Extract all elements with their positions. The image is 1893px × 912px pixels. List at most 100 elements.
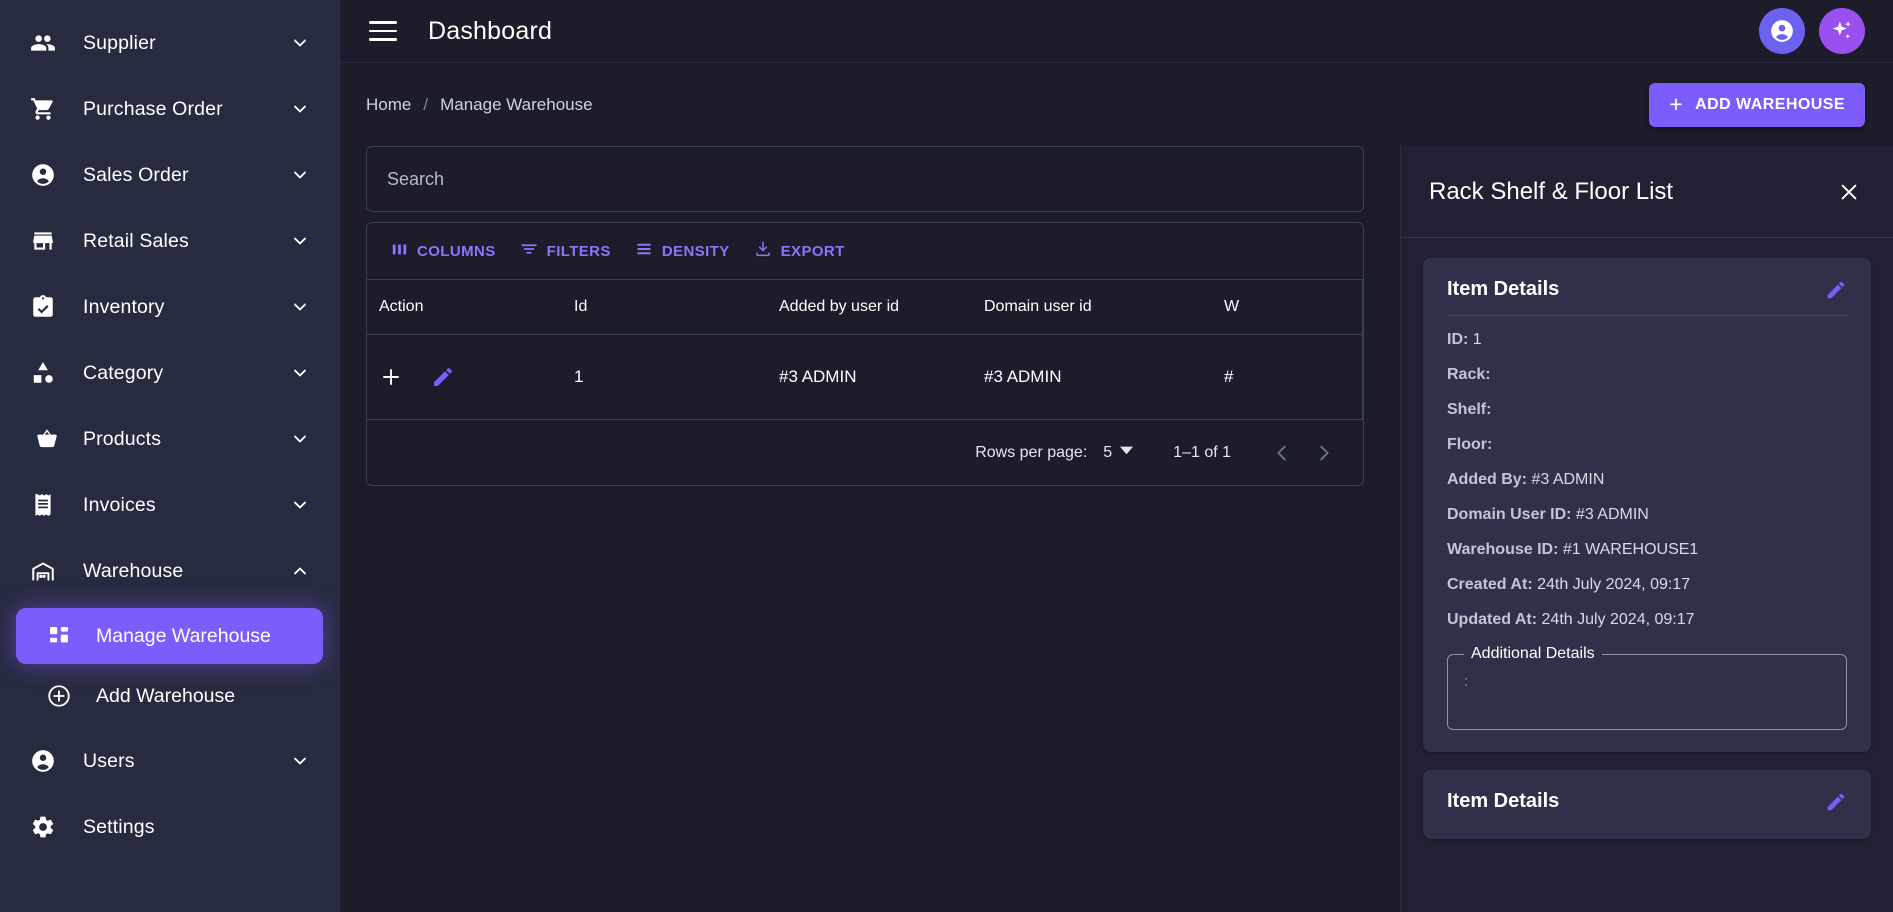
filters-button[interactable]: FILTERS bbox=[508, 234, 623, 268]
column-divider bbox=[1362, 280, 1363, 334]
next-page-button[interactable] bbox=[1303, 432, 1345, 474]
detail-key: Warehouse ID: bbox=[1447, 541, 1559, 558]
rows-per-page-value: 5 bbox=[1103, 443, 1113, 461]
detail-row-shelf: Shelf: bbox=[1447, 400, 1847, 420]
receipt-icon bbox=[30, 492, 64, 518]
warehouse-submenu: Manage Warehouse Add Warehouse bbox=[0, 608, 339, 724]
sidebar-subitem-label: Manage Warehouse bbox=[96, 624, 271, 647]
sidebar-item-manage-warehouse[interactable]: Manage Warehouse bbox=[16, 608, 323, 664]
edit-item-button[interactable] bbox=[1825, 279, 1847, 301]
plus-icon: + bbox=[1669, 91, 1684, 117]
breadcrumb-home[interactable]: Home bbox=[366, 95, 411, 115]
detail-key: Shelf: bbox=[1447, 401, 1492, 418]
add-warehouse-label: ADD WAREHOUSE bbox=[1695, 95, 1845, 113]
account-circle-icon[interactable] bbox=[1759, 8, 1805, 54]
rack-shelf-floor-drawer: Rack Shelf & Floor List Item Details ID:… bbox=[1400, 146, 1893, 912]
rows-per-page-label: Rows per page: bbox=[975, 443, 1088, 461]
page-title: Dashboard bbox=[428, 16, 553, 45]
row-cell-added-by-user-id: #3 ADMIN bbox=[779, 367, 857, 386]
chevron-down-icon[interactable] bbox=[289, 363, 311, 383]
data-grid-toolbar: COLUMNS FILTERS DENSITY EXPORT bbox=[367, 223, 1363, 279]
column-header-added-by-user-id[interactable]: Added by user id bbox=[779, 298, 984, 316]
sidebar-item-warehouse[interactable]: Warehouse bbox=[0, 538, 339, 604]
add-row-item-button[interactable] bbox=[379, 365, 403, 389]
chevron-up-icon[interactable] bbox=[289, 561, 311, 581]
column-header-id[interactable]: Id bbox=[574, 298, 779, 316]
chevron-down-icon[interactable] bbox=[289, 99, 311, 119]
sidebar-item-add-warehouse[interactable]: Add Warehouse bbox=[16, 668, 323, 724]
export-label: EXPORT bbox=[780, 242, 845, 260]
chevron-down-icon[interactable] bbox=[289, 165, 311, 185]
detail-row-updated-at: Updated At: 24th July 2024, 09:17 bbox=[1447, 610, 1847, 630]
item-details-card: Item Details ID: 1 Rack: Shelf: Floor: A… bbox=[1423, 258, 1871, 752]
chevron-down-icon[interactable] bbox=[289, 231, 311, 251]
sidebar-item-invoices[interactable]: Invoices bbox=[0, 472, 339, 538]
detail-value: 1 bbox=[1472, 331, 1482, 348]
sidebar-item-sales-order[interactable]: Sales Order bbox=[0, 142, 339, 208]
item-details-header: Item Details bbox=[1447, 790, 1847, 817]
sidebar-item-settings[interactable]: Settings bbox=[0, 794, 339, 860]
additional-details-fieldset: Additional Details : bbox=[1447, 645, 1847, 730]
sidebar-item-purchase-order[interactable]: Purchase Order bbox=[0, 76, 339, 142]
account-icon bbox=[30, 748, 64, 774]
row-action-cell bbox=[379, 365, 574, 389]
export-button[interactable]: EXPORT bbox=[742, 234, 857, 268]
item-details-title: Item Details bbox=[1447, 278, 1560, 300]
chevron-down-icon[interactable] bbox=[289, 33, 311, 53]
storefront-icon bbox=[30, 228, 64, 254]
account-icon bbox=[30, 162, 64, 188]
close-icon[interactable] bbox=[1831, 174, 1867, 210]
sidebar-subitem-label: Add Warehouse bbox=[96, 684, 236, 707]
chevron-down-icon[interactable] bbox=[289, 495, 311, 515]
chevron-down-icon[interactable] bbox=[289, 429, 311, 449]
drawer-header: Rack Shelf & Floor List bbox=[1401, 146, 1893, 238]
detail-value: 24th July 2024, 09:17 bbox=[1541, 611, 1695, 628]
table-row[interactable]: 1 #3 ADMIN #3 ADMIN # bbox=[367, 335, 1363, 419]
filters-label: FILTERS bbox=[546, 242, 611, 260]
chevron-down-icon[interactable] bbox=[289, 751, 311, 771]
sparkle-icon[interactable] bbox=[1819, 8, 1865, 54]
sidebar-item-users[interactable]: Users bbox=[0, 728, 339, 794]
column-header-domain-user-id[interactable]: Domain user id bbox=[984, 298, 1224, 316]
density-label: DENSITY bbox=[661, 242, 730, 260]
sidebar-item-supplier[interactable]: Supplier bbox=[0, 10, 339, 76]
top-app-bar: Dashboard bbox=[340, 0, 1893, 62]
warehouse-icon bbox=[30, 558, 64, 584]
sidebar-item-products[interactable]: Products bbox=[0, 406, 339, 472]
gear-icon bbox=[30, 814, 64, 840]
previous-page-button[interactable] bbox=[1261, 432, 1303, 474]
item-details-card: Item Details bbox=[1423, 770, 1871, 839]
columns-icon bbox=[391, 241, 408, 262]
hamburger-menu-icon[interactable] bbox=[366, 14, 400, 48]
detail-key: Floor: bbox=[1447, 436, 1493, 453]
sidebar-item-label: Warehouse bbox=[83, 559, 184, 582]
sidebar-item-retail-sales[interactable]: Retail Sales bbox=[0, 208, 339, 274]
edit-item-button[interactable] bbox=[1825, 791, 1847, 813]
sidebar-item-label: Users bbox=[83, 749, 135, 772]
detail-row-floor: Floor: bbox=[1447, 435, 1847, 455]
edit-row-button[interactable] bbox=[431, 365, 455, 389]
sidebar-item-inventory[interactable]: Inventory bbox=[0, 274, 339, 340]
item-details-list: ID: 1 Rack: Shelf: Floor: Added By: #3 A… bbox=[1447, 316, 1847, 730]
breadcrumb: Home / Manage Warehouse bbox=[366, 95, 593, 115]
rows-per-page-select[interactable]: 5 bbox=[1103, 443, 1134, 462]
sidebar-item-label: Category bbox=[83, 361, 164, 384]
sidebar-item-label: Inventory bbox=[83, 295, 165, 318]
row-cell-id: 1 bbox=[574, 367, 584, 386]
main-area: Dashboard Home / Manage Warehouse + ADD … bbox=[340, 0, 1893, 912]
sidebar-item-label: Invoices bbox=[83, 493, 156, 516]
sidebar-item-category[interactable]: Category bbox=[0, 340, 339, 406]
column-header-action[interactable]: Action bbox=[379, 298, 574, 316]
people-icon bbox=[30, 30, 64, 56]
density-icon bbox=[635, 240, 653, 262]
plus-circle-icon bbox=[42, 683, 76, 709]
density-button[interactable]: DENSITY bbox=[623, 234, 742, 268]
table-column: COLUMNS FILTERS DENSITY bbox=[366, 146, 1400, 912]
chevron-down-icon[interactable] bbox=[289, 297, 311, 317]
search-input[interactable] bbox=[366, 146, 1364, 212]
columns-button[interactable]: COLUMNS bbox=[379, 235, 508, 268]
column-header-warehouse[interactable]: W bbox=[1224, 298, 1363, 316]
add-warehouse-button[interactable]: + ADD WAREHOUSE bbox=[1649, 82, 1865, 127]
sidebar-item-label: Purchase Order bbox=[83, 97, 223, 120]
detail-row-domain-user-id: Domain User ID: #3 ADMIN bbox=[1447, 505, 1847, 525]
